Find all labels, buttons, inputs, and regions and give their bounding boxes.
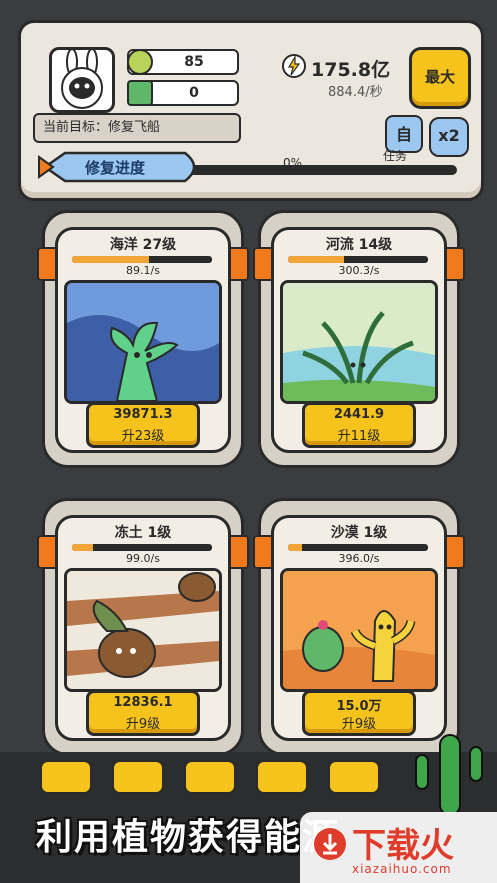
- card-progress-bar: [72, 544, 212, 551]
- desert-scene: [280, 568, 438, 692]
- upgrade-levels: 升9级: [125, 717, 161, 732]
- crystal-resource: 0: [127, 80, 239, 106]
- current-goal: 当前目标：修复飞船: [33, 113, 241, 143]
- rabbit-astronaut-icon: [61, 50, 103, 109]
- card-title: 沙漠 1级: [330, 525, 388, 541]
- watermark-sub: xiazaihuo.com: [352, 862, 452, 876]
- river-grass-icon: [283, 283, 435, 401]
- crystal-count: 0: [189, 85, 199, 101]
- cactus-decoration-icon: [415, 734, 483, 815]
- status-panel: 85 0 175.8亿 884.4/秒 最大 当前目标：修复飞船 自 任务 x2…: [18, 20, 484, 201]
- watermark: 下载火 xiazaihuo.com: [300, 812, 497, 883]
- upgrade-button[interactable]: 12836.1 升9级: [86, 690, 200, 736]
- upgrade-levels: 升11级: [337, 429, 381, 444]
- speed-multiplier-button[interactable]: x2: [429, 117, 469, 157]
- repair-rocket: 修复进度: [35, 147, 205, 187]
- watermark-main: 下载火: [352, 826, 454, 866]
- tab-pets[interactable]: [184, 760, 236, 794]
- upgrade-button[interactable]: 39871.3 升23级: [86, 402, 200, 448]
- card-rate: 89.1/s: [126, 264, 160, 277]
- coral-plant-icon: [67, 283, 219, 401]
- tab-more[interactable]: [328, 760, 380, 794]
- biome-card-desert: 沙漠 1级 396.0/s 15.0万 升9级: [253, 498, 465, 756]
- upgrade-cost: 15.0万: [336, 699, 382, 714]
- upgrade-cost: 2441.9: [333, 407, 385, 422]
- card-progress-bar: [288, 544, 428, 551]
- card-progress-fill: [72, 544, 93, 551]
- repair-label: 修复进度: [85, 159, 146, 177]
- biome-card-ocean: 海洋 27级 89.1/s 39871.3 升23级: [37, 210, 249, 468]
- task-clipboard-icon: 自: [395, 125, 412, 144]
- potato-plant-icon: [67, 571, 219, 689]
- max-button[interactable]: 最大: [409, 47, 471, 109]
- card-rate: 300.3/s: [338, 264, 380, 277]
- card-body: 河流 14级 300.3/s 2441.9 升11级: [271, 227, 447, 453]
- biome-card-river: 河流 14级 300.3/s 2441.9 升11级: [253, 210, 465, 468]
- task-label: 任务: [383, 149, 408, 163]
- leaf-resource: 85: [127, 49, 239, 75]
- card-body: 沙漠 1级 396.0/s 15.0万 升9级: [271, 515, 447, 741]
- cactus-plant-icon: [283, 571, 435, 689]
- upgrade-levels: 升9级: [341, 717, 377, 732]
- lightning-icon: [282, 54, 306, 78]
- river-scene: [280, 280, 438, 404]
- card-progress-fill: [288, 544, 302, 551]
- upgrade-cost: 12836.1: [113, 695, 173, 710]
- card-progress-bar: [72, 256, 212, 263]
- card-progress-bar: [288, 256, 428, 263]
- crystal-icon: [127, 80, 153, 106]
- upgrade-button[interactable]: 15.0万 升9级: [302, 690, 416, 736]
- card-title: 河流 14级: [325, 237, 393, 253]
- download-icon: [314, 828, 346, 860]
- tab-plants[interactable]: [40, 760, 92, 794]
- card-rate: 396.0/s: [338, 552, 380, 565]
- card-progress-fill: [288, 256, 344, 263]
- biome-card-tundra: 冻土 1级 99.0/s 12836.1 升9级: [37, 498, 249, 756]
- card-body: 冻土 1级 99.0/s 12836.1 升9级: [55, 515, 231, 741]
- card-body: 海洋 27级 89.1/s 39871.3 升23级: [55, 227, 231, 453]
- leaf-coin-icon: [127, 49, 153, 75]
- ocean-scene: [64, 280, 222, 404]
- slogan: 利用植物获得能源: [36, 817, 341, 858]
- tab-potions[interactable]: [112, 760, 164, 794]
- upgrade-button[interactable]: 2441.9 升11级: [302, 402, 416, 448]
- avatar[interactable]: [49, 47, 115, 113]
- upgrade-cost: 39871.3: [113, 407, 173, 422]
- tundra-scene: [64, 568, 222, 692]
- energy-total: 175.8亿: [311, 59, 391, 81]
- repair-progress-percent: 0%: [283, 156, 303, 170]
- upgrade-levels: 升23级: [121, 429, 165, 444]
- tab-shop[interactable]: [256, 760, 308, 794]
- card-title: 海洋 27级: [109, 237, 177, 253]
- leaf-count: 85: [184, 54, 204, 70]
- card-title: 冻土 1级: [114, 525, 172, 541]
- energy-rate: 884.4/秒: [328, 85, 383, 100]
- card-rate: 99.0/s: [126, 552, 160, 565]
- card-progress-fill: [72, 256, 149, 263]
